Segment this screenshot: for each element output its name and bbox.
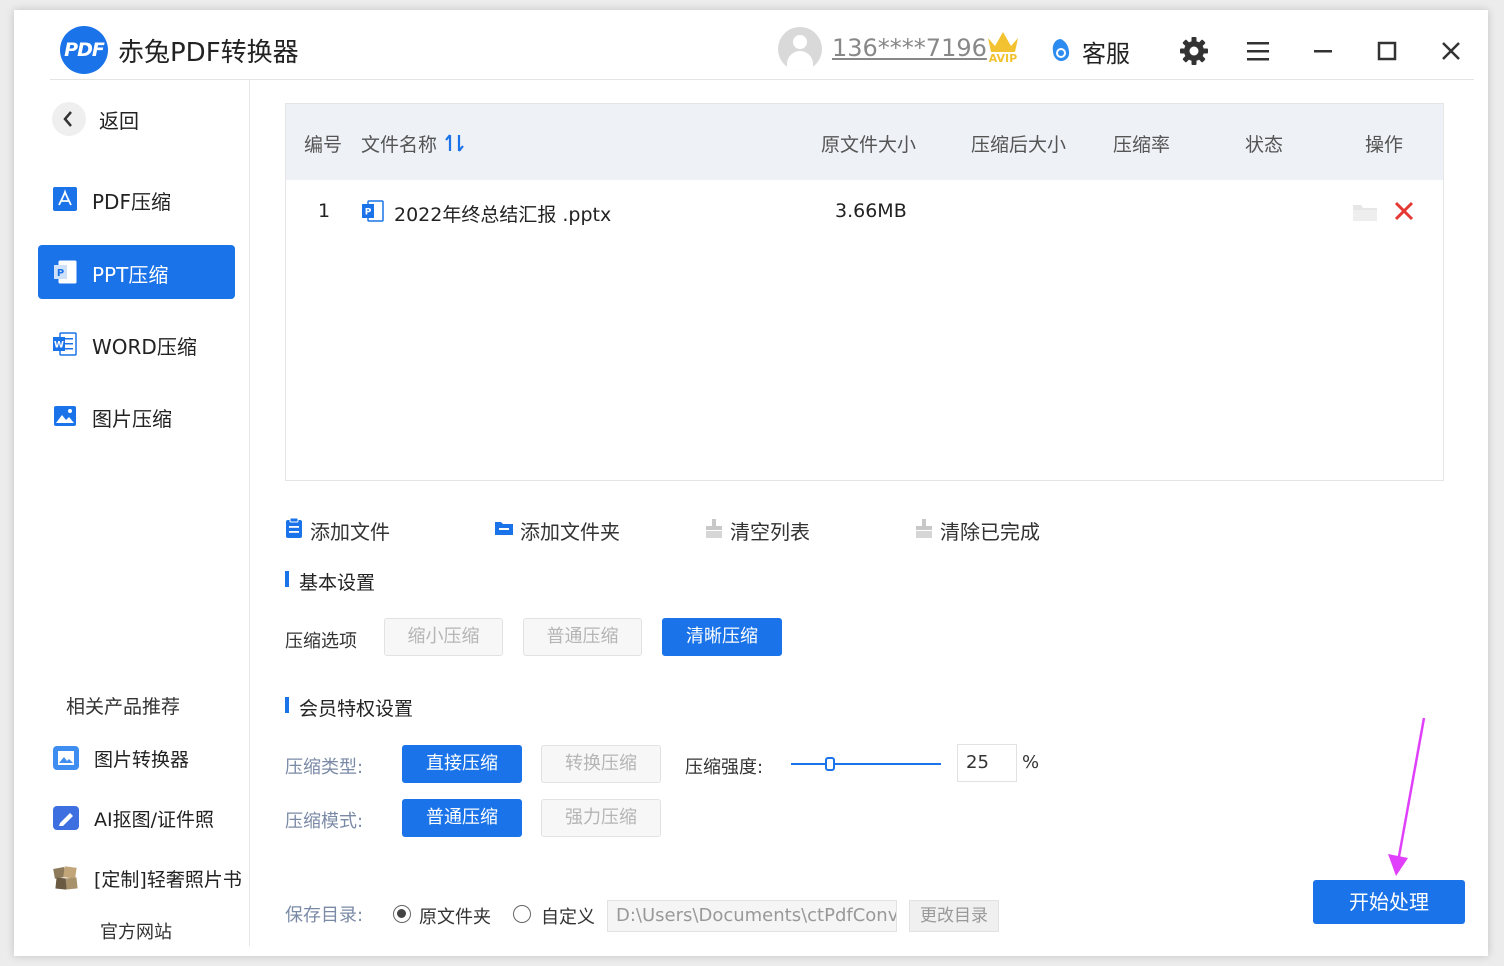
customer-service-icon[interactable] bbox=[1050, 38, 1072, 62]
image-converter-icon bbox=[53, 746, 79, 770]
svg-text:AVIP: AVIP bbox=[989, 52, 1017, 64]
related-item-photo-book[interactable]: [定制]轻奢照片书 bbox=[52, 861, 250, 895]
sidebar: 返回 PDF压缩 P PPT压缩 W WORD压缩 图片压缩 相关产品推荐 图片… bbox=[14, 80, 250, 956]
row-original-size: 3.66MB bbox=[835, 200, 907, 222]
file-table: 编号 文件名称 原文件大小 压缩后大小 压缩率 状态 操作 1 P 2022年终… bbox=[285, 103, 1444, 481]
ai-cutout-icon bbox=[53, 806, 79, 830]
save-path-input[interactable]: D:\Users\Documents\ctPdfConv bbox=[607, 900, 897, 932]
sidebar-item-pdf-compress[interactable]: PDF压缩 bbox=[38, 172, 235, 226]
word-icon: W bbox=[53, 332, 77, 356]
broom-icon bbox=[706, 519, 722, 538]
sidebar-item-label: 图片压缩 bbox=[92, 407, 172, 431]
svg-text:P: P bbox=[365, 208, 372, 218]
app-window: PDF 赤兔PDF转换器 136****7196 AVIP 客服 返回 PDF压… bbox=[14, 10, 1488, 956]
ppt-file-icon: P bbox=[362, 200, 384, 222]
save-directory-label: 保存目录: bbox=[285, 905, 364, 926]
close-icon[interactable] bbox=[1440, 40, 1462, 62]
custom-folder-label[interactable]: 自定义 bbox=[541, 903, 595, 929]
clear-list-label: 清空列表 bbox=[730, 520, 810, 544]
strength-input[interactable]: 25 bbox=[957, 744, 1017, 782]
type-convert-compress[interactable]: 转换压缩 bbox=[541, 745, 661, 783]
broom-icon bbox=[916, 519, 932, 538]
column-header-original-size: 原文件大小 bbox=[821, 134, 917, 156]
related-products-title: 相关产品推荐 bbox=[66, 696, 181, 718]
compress-mode-label: 压缩模式: bbox=[285, 811, 364, 832]
column-header-status: 状态 bbox=[1245, 134, 1284, 156]
user-avatar[interactable] bbox=[778, 27, 822, 71]
title-divider bbox=[50, 79, 1474, 80]
related-item-label: 图片转换器 bbox=[94, 749, 190, 771]
annotation-arrow bbox=[1388, 717, 1426, 876]
sidebar-item-ppt-compress[interactable]: P PPT压缩 bbox=[38, 245, 235, 299]
type-direct-compress[interactable]: 直接压缩 bbox=[402, 745, 522, 783]
option-clear-compress[interactable]: 清晰压缩 bbox=[662, 618, 782, 656]
svg-text:P: P bbox=[57, 268, 64, 279]
sidebar-divider bbox=[249, 80, 250, 946]
folder-icon bbox=[495, 522, 513, 535]
option-shrink-compress[interactable]: 缩小压缩 bbox=[384, 618, 503, 656]
maximize-icon[interactable] bbox=[1376, 40, 1398, 62]
column-header-index: 编号 bbox=[304, 134, 343, 156]
clipboard-icon bbox=[286, 518, 302, 538]
add-folder-label: 添加文件夹 bbox=[520, 520, 620, 544]
back-label[interactable]: 返回 bbox=[99, 105, 139, 134]
compress-type-label: 压缩类型: bbox=[285, 757, 364, 778]
mode-strong-compress[interactable]: 强力压缩 bbox=[541, 799, 661, 837]
related-item-label: AI抠图/证件照 bbox=[94, 809, 215, 831]
app-title: 赤兔PDF转换器 bbox=[118, 38, 299, 68]
percent-unit: % bbox=[1022, 752, 1040, 773]
sidebar-item-word-compress[interactable]: W WORD压缩 bbox=[38, 317, 235, 371]
clear-completed-label: 清除已完成 bbox=[940, 520, 1040, 544]
image-icon bbox=[54, 406, 76, 426]
sort-icon[interactable] bbox=[445, 133, 465, 153]
start-process-button[interactable]: 开始处理 bbox=[1313, 880, 1465, 924]
user-phone-link[interactable]: 136****7196 bbox=[832, 34, 987, 62]
vip-settings-title: 会员特权设置 bbox=[284, 694, 413, 721]
chevron-left-icon bbox=[63, 111, 72, 127]
radio-custom-folder[interactable] bbox=[513, 905, 531, 923]
table-header: 编号 文件名称 原文件大小 压缩后大小 压缩率 状态 操作 bbox=[286, 104, 1443, 180]
open-folder-icon[interactable] bbox=[1352, 202, 1378, 222]
sidebar-item-label: WORD压缩 bbox=[92, 335, 197, 359]
menu-icon[interactable] bbox=[1246, 40, 1270, 62]
sidebar-item-label: PPT压缩 bbox=[92, 263, 169, 287]
original-folder-label[interactable]: 原文件夹 bbox=[419, 903, 491, 929]
svg-text:W: W bbox=[54, 341, 64, 351]
compress-strength-label: 压缩强度: bbox=[685, 757, 764, 778]
option-normal-compress[interactable]: 普通压缩 bbox=[523, 618, 642, 656]
mode-normal-compress[interactable]: 普通压缩 bbox=[402, 799, 522, 837]
column-header-action: 操作 bbox=[1365, 134, 1404, 156]
ppt-icon: P bbox=[54, 260, 77, 284]
related-item-ai-cutout[interactable]: AI抠图/证件照 bbox=[52, 801, 250, 835]
row-index: 1 bbox=[318, 200, 331, 222]
pdf-icon bbox=[53, 187, 77, 211]
basic-settings-title: 基本设置 bbox=[284, 568, 375, 595]
column-header-name[interactable]: 文件名称 bbox=[361, 130, 437, 157]
column-header-ratio: 压缩率 bbox=[1113, 134, 1171, 156]
slider-thumb[interactable] bbox=[825, 757, 835, 771]
sidebar-item-label: PDF压缩 bbox=[92, 190, 171, 214]
gear-icon[interactable] bbox=[1179, 36, 1209, 66]
add-file-label: 添加文件 bbox=[310, 520, 390, 544]
change-directory-button[interactable]: 更改目录 bbox=[909, 900, 999, 932]
app-logo: PDF bbox=[60, 26, 108, 74]
compress-option-label: 压缩选项 bbox=[285, 631, 357, 652]
row-file-name: 2022年终总结汇报 .pptx bbox=[394, 204, 612, 226]
minimize-icon[interactable] bbox=[1312, 40, 1334, 62]
title-bar: PDF 赤兔PDF转换器 136****7196 AVIP 客服 bbox=[14, 10, 1488, 80]
customer-service-label[interactable]: 客服 bbox=[1082, 34, 1130, 69]
official-website-link[interactable]: 官方网站 bbox=[100, 918, 172, 944]
radio-original-folder[interactable] bbox=[393, 905, 411, 923]
sidebar-item-image-compress[interactable]: 图片压缩 bbox=[38, 389, 235, 443]
related-item-label: [定制]轻奢照片书 bbox=[94, 869, 242, 891]
vip-crown-icon: AVIP bbox=[988, 32, 1018, 64]
delete-icon[interactable] bbox=[1394, 201, 1414, 221]
back-button[interactable] bbox=[52, 102, 86, 136]
strength-slider[interactable] bbox=[791, 752, 943, 776]
related-item-image-converter[interactable]: 图片转换器 bbox=[52, 741, 250, 775]
photo-book-icon bbox=[53, 866, 78, 890]
column-header-compressed-size: 压缩后大小 bbox=[971, 134, 1067, 156]
